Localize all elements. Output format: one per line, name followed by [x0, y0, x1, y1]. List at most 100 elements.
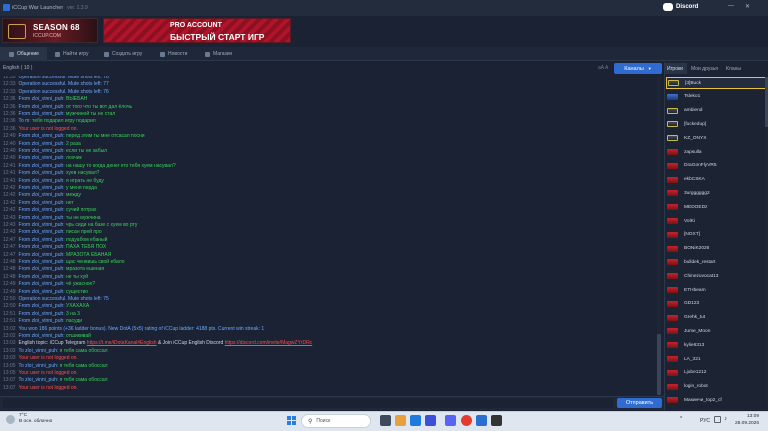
- player-list-item[interactable]: zapsulla: [666, 146, 766, 158]
- message-text: ты не мужчина: [64, 214, 101, 221]
- tab-shop[interactable]: Магазин: [205, 47, 239, 61]
- message-text: From zloi_vinni_puh:: [18, 288, 65, 295]
- font-size-control[interactable]: aA A: [598, 65, 608, 71]
- tray-language[interactable]: РУС: [700, 418, 710, 424]
- player-name: ambiend: [684, 108, 703, 114]
- chat-message: 12:51 From zloi_vinni_puh: 3 на 3: [3, 311, 80, 318]
- discord-taskbar-icon[interactable]: [445, 415, 456, 426]
- tab-players[interactable]: Игроки: [665, 63, 687, 74]
- message-text: от того что ты вот дал ёлочь: [64, 103, 133, 110]
- chat-log: 12:33 Operation successful. Mute shots le…: [0, 76, 657, 395]
- close-icon[interactable]: ✕: [745, 3, 750, 10]
- chat-message: 12:36 From zloi_vinni_puh: от того что ты…: [3, 104, 132, 111]
- task-view-icon[interactable]: [380, 415, 391, 426]
- player-flag-icon: [667, 162, 678, 169]
- player-list-item[interactable]: DraGonFlyVR5: [666, 160, 766, 172]
- message-timestamp: 12:50: [3, 303, 16, 310]
- pro-account-banner[interactable]: PRO ACCOUNT БЫСТРЫЙ СТАРТ ИГР: [103, 18, 291, 43]
- player-list-item[interactable]: Chinezuvocat13: [666, 270, 766, 282]
- store-icon[interactable]: [425, 415, 436, 426]
- tab-find-game[interactable]: Найти игру: [55, 47, 95, 61]
- chat-scrollbar[interactable]: [657, 76, 661, 395]
- message-timestamp: 12:40: [3, 148, 16, 154]
- app-icon: [3, 4, 10, 11]
- season-banner-title: SEASON 68: [33, 23, 80, 32]
- player-list-item[interactable]: ETHbeam: [666, 284, 766, 296]
- windows-start-icon[interactable]: [287, 416, 296, 425]
- chat-message: 12:47 From zloi_vinni_puh: ПАХА ТЕБЯ ПОХ: [3, 244, 106, 251]
- chevron-down-icon: ▼: [647, 66, 652, 71]
- message-text: я тебя сама обоссал: [58, 377, 108, 384]
- channels-button-label: Каналы: [624, 65, 644, 72]
- message-timestamp: 12:42: [3, 199, 16, 206]
- send-button[interactable]: Отправить: [617, 398, 662, 408]
- player-list-item[interactable]: Grehk_tut: [666, 312, 766, 324]
- message-timestamp: 13:02: [3, 325, 16, 332]
- minimize-icon[interactable]: —: [728, 3, 734, 9]
- chat-message: 12:33 Operation successful. Mute shots le…: [3, 89, 109, 96]
- player-list-item[interactable]: Jume_Moon: [666, 325, 766, 337]
- player-list-item[interactable]: [NOXT]: [666, 229, 766, 241]
- player-flag-icon: [667, 245, 678, 252]
- tray-expand-icon[interactable]: ^: [680, 416, 682, 422]
- chat-message: 12:40 From zloi_vinni_puh: лохчик: [3, 155, 82, 162]
- player-list-item[interactable]: [fuckedup]: [666, 118, 766, 130]
- player-list-item[interactable]: LA_321: [666, 353, 766, 365]
- tab-news[interactable]: Новости: [160, 47, 194, 61]
- player-flag-icon: [667, 135, 678, 142]
- channel-language[interactable]: English ( 10 ): [3, 65, 32, 71]
- player-list-item[interactable]: bulldek_restart: [666, 256, 766, 268]
- message-link[interactable]: https://t.me/iDotaKanal#English: [87, 340, 157, 346]
- player-list-item[interactable]: kylie6313: [666, 339, 766, 351]
- season-banner[interactable]: SEASON 68 ICCUP.COM: [2, 18, 98, 43]
- player-list-item[interactable]: 3urgggggg2: [666, 187, 766, 199]
- message-text: English topic: iCCup Telegram: [18, 340, 87, 347]
- player-list-item[interactable]: KZ_ONYX: [666, 132, 766, 144]
- player-list-item[interactable]: BONiK2026: [666, 243, 766, 255]
- tab-create-game[interactable]: Создать игру: [104, 47, 149, 61]
- player-list-item[interactable]: Tsleko1: [666, 91, 766, 103]
- launcher-taskbar-icon[interactable]: [476, 415, 487, 426]
- player-name: GD123: [684, 301, 700, 307]
- tab-clans[interactable]: Кланы: [724, 63, 744, 74]
- clock-date: 28.09.2026: [735, 421, 760, 426]
- player-list-item[interactable]: [3]Buck: [666, 77, 766, 89]
- message-timestamp: 12:47: [3, 236, 16, 243]
- message-text: писан прей про: [64, 229, 102, 236]
- player-list-item[interactable]: Ljube1212: [666, 367, 766, 379]
- player-list-item[interactable]: Макинчи_top2_cf: [666, 394, 766, 406]
- player-flag-icon: [667, 356, 678, 362]
- player-list-item[interactable]: GD123: [666, 298, 766, 310]
- tab-my-friends[interactable]: Мои друзья: [689, 63, 723, 74]
- discord-link[interactable]: Discord: [663, 3, 698, 11]
- message-text: отшикивай: [64, 333, 91, 339]
- edge-icon[interactable]: [410, 415, 421, 426]
- pro-banner-title: PRO ACCOUNT: [170, 22, 222, 29]
- taskbar-clock[interactable]: 13:09 28.09.2026: [735, 413, 759, 427]
- message-link[interactable]: https://discord.com/invite/MagwZYrDRc: [225, 340, 313, 346]
- player-list-item[interactable]: ekbCSKA: [666, 174, 766, 186]
- message-timestamp: 12:51: [3, 318, 16, 325]
- chat-message: 12:49 From zloi_vinni_puh: чё ужасное?: [3, 281, 95, 288]
- player-list-item[interactable]: ambiend: [666, 105, 766, 117]
- player-list-item[interactable]: VolKi: [666, 215, 766, 227]
- channels-button[interactable]: Каналы ▼: [614, 63, 662, 74]
- taskbar-search[interactable]: ⚲ Поиск: [301, 414, 371, 428]
- volume-icon[interactable]: ♪: [724, 416, 727, 422]
- tab-chat[interactable]: Общение: [0, 47, 47, 61]
- player-flag-icon: [667, 287, 678, 293]
- chrome-icon[interactable]: [461, 415, 472, 426]
- chat-message: 12:41 From zloi_vinni_puh: на нашу то ког…: [3, 163, 176, 170]
- weather-widget[interactable]: 7°C В осн. облачно: [6, 413, 52, 425]
- app-taskbar-icon[interactable]: [491, 415, 502, 426]
- player-list-item[interactable]: MEDOEDz: [666, 201, 766, 213]
- message-text: From zloi_vinni_puh:: [18, 170, 65, 177]
- network-icon[interactable]: [714, 416, 721, 423]
- player-list-item[interactable]: login_robot: [666, 381, 766, 393]
- shop-icon: [205, 51, 210, 57]
- chat-scroll-thumb[interactable]: [657, 334, 661, 395]
- chat-input[interactable]: [3, 398, 613, 408]
- player-flag-icon: [667, 218, 678, 224]
- message-text: Your user is not logged on.: [18, 384, 78, 391]
- explorer-icon[interactable]: [395, 415, 406, 426]
